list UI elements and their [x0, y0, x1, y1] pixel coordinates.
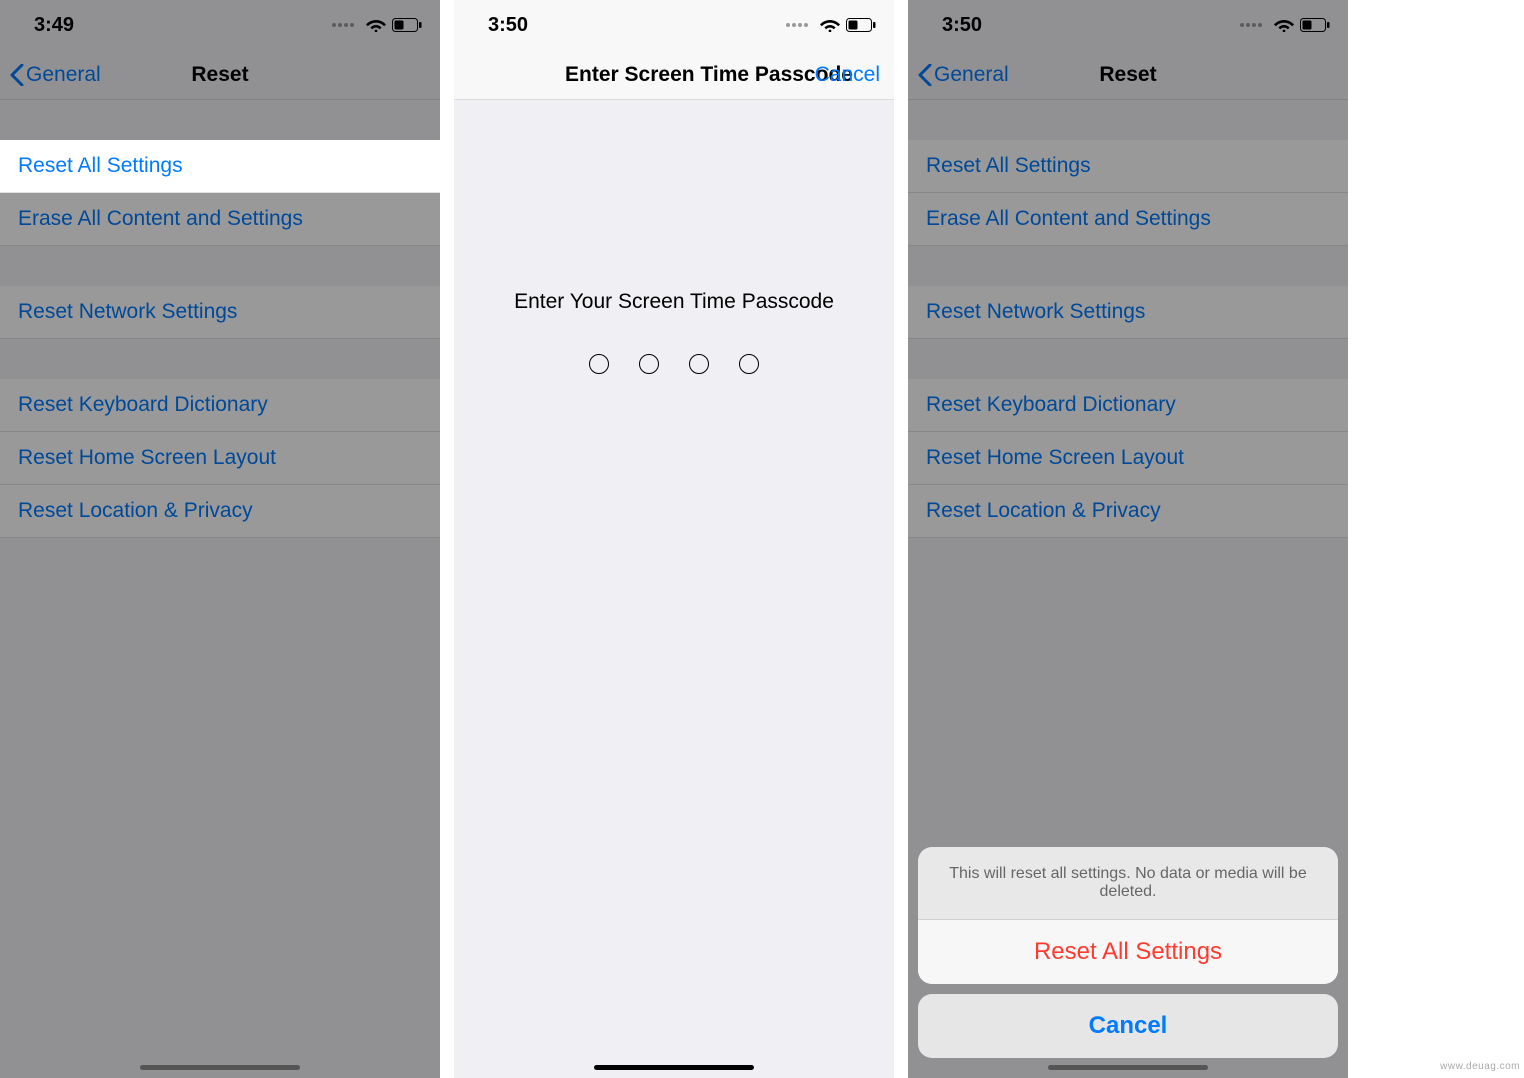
erase-all-content-row[interactable]: Erase All Content and Settings — [0, 193, 440, 246]
home-indicator — [140, 1065, 300, 1070]
status-bar: 3:49 — [0, 0, 440, 50]
confirm-reset-button[interactable]: Reset All Settings — [918, 920, 1338, 984]
reset-keyboard-row[interactable]: Reset Keyboard Dictionary — [0, 379, 440, 432]
cellular-icon — [1240, 23, 1262, 27]
screen-passcode: 3:50 Enter Screen Time Passcode Cancel E… — [454, 0, 894, 1078]
back-label: General — [934, 63, 1009, 87]
status-bar: 3:50 — [454, 0, 894, 50]
back-button[interactable]: General — [908, 63, 1009, 87]
cellular-icon — [786, 23, 808, 27]
passcode-dot — [739, 354, 759, 374]
battery-icon — [392, 18, 422, 32]
nav-bar: General Reset — [0, 50, 440, 100]
nav-bar: General Reset — [908, 50, 1348, 100]
passcode-dot — [689, 354, 709, 374]
back-button[interactable]: General — [0, 63, 101, 87]
home-indicator — [1048, 1065, 1208, 1070]
passcode-dot — [589, 354, 609, 374]
cancel-button[interactable]: Cancel — [918, 994, 1338, 1058]
passcode-input[interactable] — [454, 354, 894, 374]
passcode-prompt: Enter Your Screen Time Passcode — [454, 290, 894, 314]
passcode-dot — [639, 354, 659, 374]
wifi-icon — [820, 18, 840, 32]
battery-icon — [846, 18, 876, 32]
reset-network-row[interactable]: Reset Network Settings — [908, 286, 1348, 339]
screen-reset-confirm: 3:50 General Reset Reset All Settings Er… — [908, 0, 1348, 1078]
erase-all-content-row[interactable]: Erase All Content and Settings — [908, 193, 1348, 246]
screen-reset-list-dimmed: 3:49 General Reset Reset All Settings Er… — [0, 0, 440, 1078]
wifi-icon — [1274, 18, 1294, 32]
status-bar: 3:50 — [908, 0, 1348, 50]
nav-bar: Enter Screen Time Passcode Cancel — [454, 50, 894, 100]
status-time: 3:50 — [942, 14, 982, 37]
status-time: 3:49 — [34, 14, 74, 37]
reset-keyboard-row[interactable]: Reset Keyboard Dictionary — [908, 379, 1348, 432]
reset-all-settings-row[interactable]: Reset All Settings — [0, 140, 440, 193]
reset-home-row[interactable]: Reset Home Screen Layout — [0, 432, 440, 485]
cellular-icon — [332, 23, 354, 27]
sheet-message: This will reset all settings. No data or… — [918, 847, 1338, 920]
status-time: 3:50 — [488, 14, 528, 37]
chevron-left-icon — [918, 64, 932, 86]
reset-location-row[interactable]: Reset Location & Privacy — [908, 485, 1348, 538]
cancel-button[interactable]: Cancel — [815, 63, 880, 87]
reset-home-row[interactable]: Reset Home Screen Layout — [908, 432, 1348, 485]
wifi-icon — [366, 18, 386, 32]
reset-all-settings-row[interactable]: Reset All Settings — [908, 140, 1348, 193]
reset-network-row[interactable]: Reset Network Settings — [0, 286, 440, 339]
action-sheet: This will reset all settings. No data or… — [918, 847, 1338, 1058]
chevron-left-icon — [10, 64, 24, 86]
reset-location-row[interactable]: Reset Location & Privacy — [0, 485, 440, 538]
battery-icon — [1300, 18, 1330, 32]
watermark: www.deuag.com — [1440, 1061, 1520, 1072]
home-indicator — [594, 1065, 754, 1070]
back-label: General — [26, 63, 101, 87]
